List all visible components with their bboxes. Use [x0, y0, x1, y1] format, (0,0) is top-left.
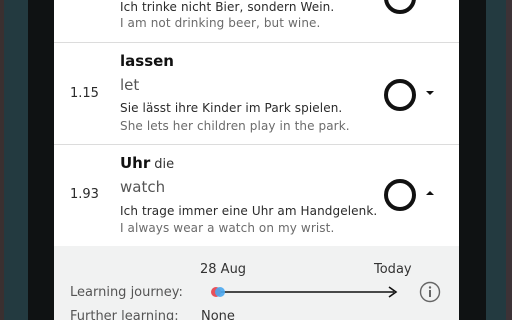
word-text: Uhr [120, 154, 151, 172]
list-item[interactable]: 1.15 lassen let Sie lässt ihre Kinder im… [54, 43, 459, 144]
list-item[interactable]: Ich trinke nicht Bier, sondern Wein. I a… [54, 0, 459, 42]
journey-timeline [211, 286, 398, 298]
translation: let [120, 76, 140, 94]
score: 1.93 [70, 187, 99, 202]
learning-journey-panel: 28 Aug Today Learning journey: Further l… [54, 246, 459, 320]
example-sentence-english: I always wear a watch on my wrist. [120, 221, 335, 235]
background-edge-right [506, 0, 512, 320]
caret-down-icon[interactable] [426, 91, 434, 95]
caret-up-icon[interactable] [426, 191, 434, 195]
info-icon[interactable] [419, 281, 441, 303]
example-sentence-german: Sie lässt ihre Kinder im Park spielen. [120, 101, 343, 115]
example-sentence-english: She lets her children play in the park. [120, 119, 350, 133]
journey-start-date: 28 Aug [200, 262, 247, 277]
circle-status-icon[interactable] [384, 0, 416, 14]
example-sentence-german: Ich trinke nicht Bier, sondern Wein. [120, 0, 335, 14]
example-sentence-german: Ich trage immer eine Uhr am Handgelenk. [120, 204, 378, 218]
example-sentence-english: I am not drinking beer, but wine. [120, 16, 321, 30]
article: die [154, 157, 175, 172]
journey-end-date: Today [374, 262, 412, 277]
background-edge-left [0, 0, 4, 320]
further-learning-value: None [201, 309, 235, 320]
further-learning-label: Further learning: [70, 309, 179, 320]
circle-status-icon[interactable] [384, 179, 416, 211]
vocab-word: lassen [120, 52, 178, 70]
circle-status-icon[interactable] [384, 79, 416, 111]
score: 1.15 [70, 86, 99, 101]
vocabulary-list[interactable]: Ich trinke nicht Bier, sondern Wein. I a… [54, 0, 459, 320]
word-text: lassen [120, 52, 174, 70]
further-learning-label-text: Further learning: [70, 309, 179, 320]
translation: watch [120, 178, 166, 196]
learning-journey-label: Learning journey: [70, 285, 183, 300]
vocab-word: Uhr die [120, 154, 174, 172]
journey-dot-blue [215, 287, 225, 297]
list-item[interactable]: 1.93 Uhr die watch Ich trage immer eine U… [54, 145, 459, 246]
